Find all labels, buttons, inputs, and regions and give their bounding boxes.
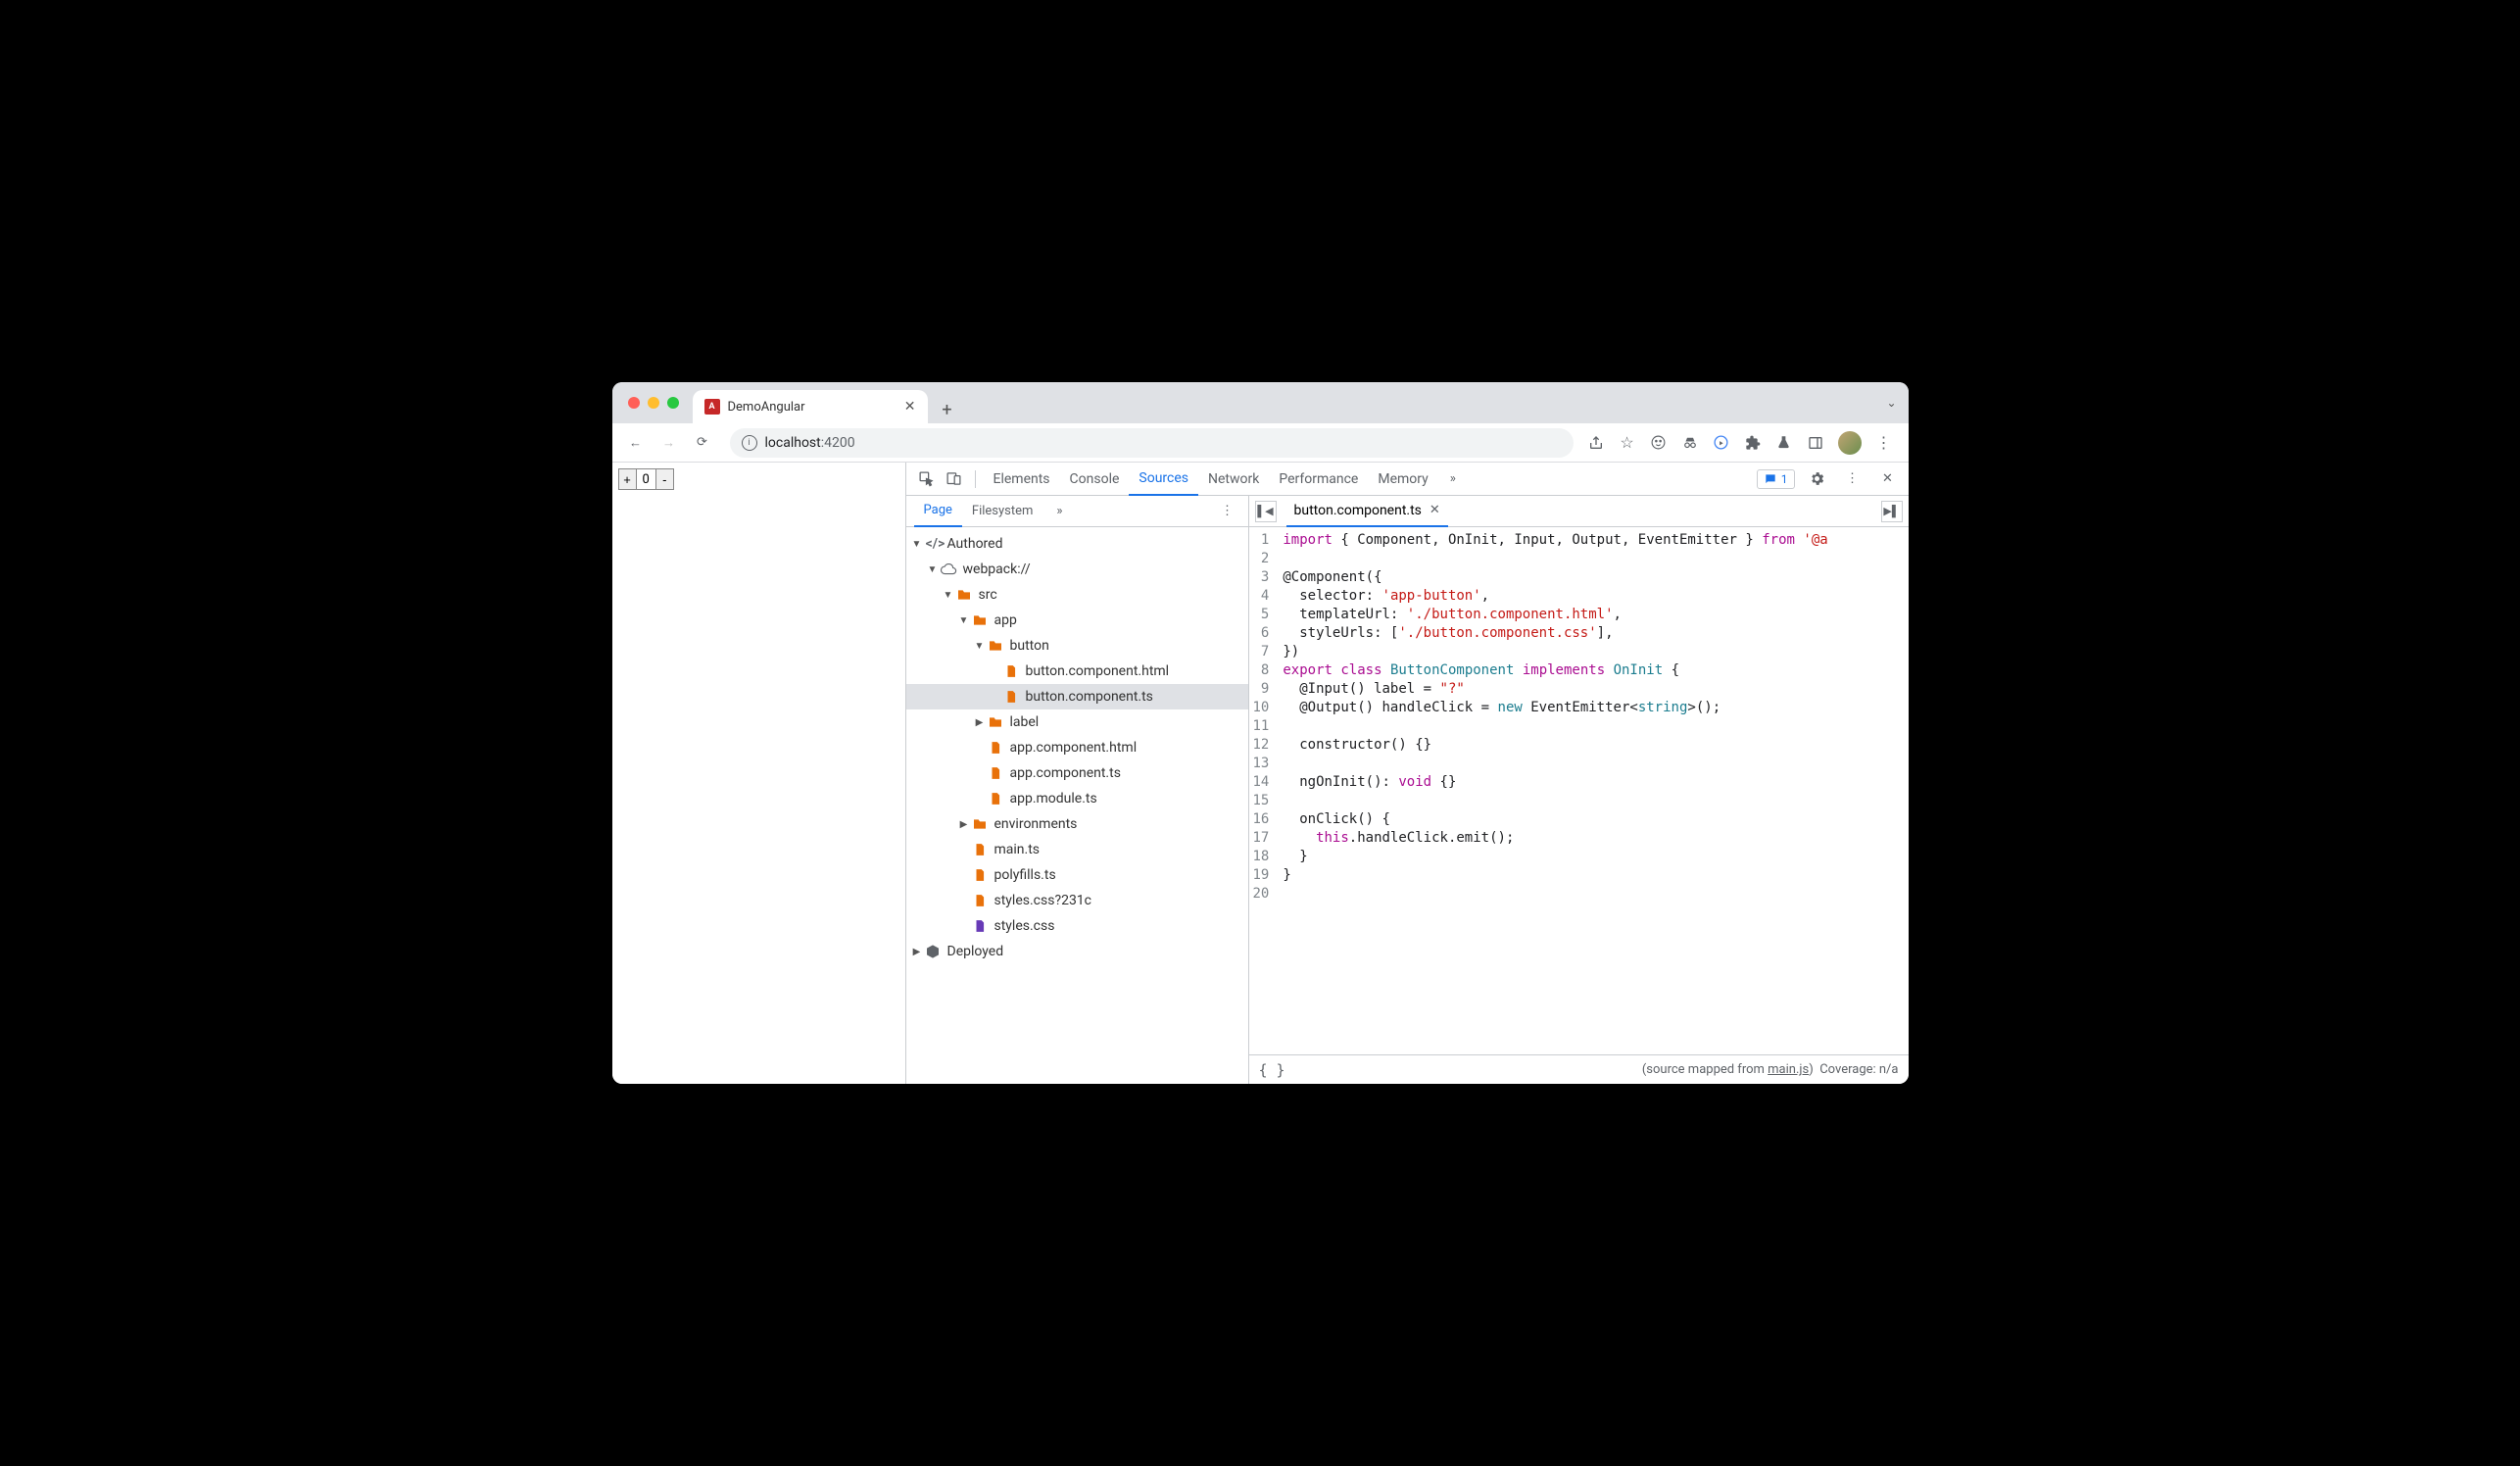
counter-value: 0 <box>637 472 655 487</box>
url-text: localhost:4200 <box>765 435 855 451</box>
sources-navigator: PageFilesystem » ⋮ ▼</>Authored ▼webpack… <box>906 496 1249 1084</box>
labs-flask-icon[interactable] <box>1775 434 1793 452</box>
tree-button-folder[interactable]: ▼button <box>906 633 1248 659</box>
code-content: import { Component, OnInit, Input, Outpu… <box>1277 527 1827 1054</box>
tree-environments-folder[interactable]: ▶environments <box>906 811 1248 837</box>
sources-subtab-filesystem[interactable]: Filesystem <box>962 496 1043 527</box>
navigator-menu-icon[interactable]: ⋮ <box>1215 499 1240 524</box>
editor-pane: ▌◀ button.component.ts ✕ ▶▌ 123456789101… <box>1249 496 1909 1084</box>
toggle-navigator-icon[interactable]: ▌◀ <box>1255 501 1277 522</box>
profile-avatar[interactable] <box>1838 431 1862 455</box>
editor-tab-close-icon[interactable]: ✕ <box>1430 503 1440 517</box>
editor-status-bar: { } (source mapped from main.js) Coverag… <box>1249 1054 1909 1084</box>
bookmark-star-icon[interactable]: ☆ <box>1619 434 1636 452</box>
tree-deployed[interactable]: ▶Deployed <box>906 939 1248 964</box>
toggle-debugger-icon[interactable]: ▶▌ <box>1881 501 1903 522</box>
tree-file-button-html[interactable]: button.component.html <box>906 659 1248 684</box>
incognito-icon[interactable] <box>1681 434 1699 452</box>
sources-subtabs: PageFilesystem » ⋮ <box>906 496 1248 527</box>
tabs-menu-button[interactable]: ⌄ <box>1886 396 1896 410</box>
devtools-tab-network[interactable]: Network <box>1198 463 1269 496</box>
tree-file-polyfills[interactable]: polyfills.ts <box>906 862 1248 888</box>
tree-file-styles[interactable]: styles.css <box>906 913 1248 939</box>
share-icon[interactable] <box>1587 434 1605 452</box>
device-toggle-icon[interactable] <box>942 466 967 492</box>
editor-tab[interactable]: button.component.ts ✕ <box>1286 496 1448 527</box>
address-bar[interactable]: i localhost:4200 <box>730 428 1574 458</box>
counter-widget: + 0 - <box>618 468 674 490</box>
tree-file-app-html[interactable]: app.component.html <box>906 735 1248 760</box>
extensions-puzzle-icon[interactable] <box>1744 434 1762 452</box>
devtools-tab-memory[interactable]: Memory <box>1368 463 1437 496</box>
sources-subtab-page[interactable]: Page <box>914 496 962 527</box>
source-map-link[interactable]: main.js <box>1768 1062 1809 1077</box>
tab-strip: A DemoAngular ✕ + ⌄ <box>612 382 1909 423</box>
tab-close-button[interactable]: ✕ <box>904 399 916 415</box>
more-tabs-icon[interactable]: » <box>1440 466 1466 492</box>
toolbar-icons: ☆ ⋮ <box>1587 431 1899 455</box>
extension-face-icon[interactable] <box>1650 434 1668 452</box>
tree-file-button-ts[interactable]: button.component.ts <box>906 684 1248 709</box>
page-viewport: + 0 - <box>612 463 906 1084</box>
devtools-panel: ElementsConsoleSourcesNetworkPerformance… <box>906 463 1909 1084</box>
file-tree: ▼</>Authored ▼webpack:// ▼src ▼app ▼butt… <box>906 527 1248 1084</box>
inspect-element-icon[interactable] <box>914 466 940 492</box>
browser-toolbar: ← → ⟳ i localhost:4200 ☆ <box>612 423 1909 463</box>
side-panel-icon[interactable] <box>1807 434 1824 452</box>
site-info-icon[interactable]: i <box>742 435 757 451</box>
tree-src[interactable]: ▼src <box>906 582 1248 608</box>
more-subtabs-icon[interactable]: » <box>1046 499 1072 524</box>
content-area: + 0 - ElementsConsoleSourcesNetworkPerfo… <box>612 463 1909 1084</box>
devtools-menu-icon[interactable]: ⋮ <box>1840 466 1866 492</box>
maximize-window-button[interactable] <box>667 397 679 409</box>
settings-gear-icon[interactable] <box>1805 466 1830 492</box>
tree-label-folder[interactable]: ▶label <box>906 709 1248 735</box>
coverage-text: Coverage: n/a <box>1819 1062 1898 1077</box>
tree-app[interactable]: ▼app <box>906 608 1248 633</box>
extension-circle-icon[interactable] <box>1713 434 1730 452</box>
pretty-print-icon[interactable]: { } <box>1259 1061 1285 1079</box>
tree-file-main-ts[interactable]: main.ts <box>906 837 1248 862</box>
devtools-tab-console[interactable]: Console <box>1060 463 1130 496</box>
devtools-tab-sources[interactable]: Sources <box>1129 463 1198 496</box>
line-gutter: 1234567891011121314151617181920 <box>1249 527 1278 1054</box>
devtools-tab-performance[interactable]: Performance <box>1269 463 1368 496</box>
angular-favicon-icon: A <box>704 399 720 415</box>
window-controls <box>622 382 687 423</box>
code-editor[interactable]: 1234567891011121314151617181920 import {… <box>1249 527 1909 1054</box>
counter-plus-button[interactable]: + <box>619 469 637 489</box>
back-button[interactable]: ← <box>622 429 650 457</box>
browser-window: A DemoAngular ✕ + ⌄ ← → ⟳ i localhost:42… <box>612 382 1909 1084</box>
devtools-tab-bar: ElementsConsoleSourcesNetworkPerformance… <box>906 463 1909 496</box>
tree-file-app-module[interactable]: app.module.ts <box>906 786 1248 811</box>
devtools-close-icon[interactable]: ✕ <box>1875 466 1901 492</box>
forward-button[interactable]: → <box>655 429 683 457</box>
devtools-tab-elements[interactable]: Elements <box>984 463 1060 496</box>
tree-webpack[interactable]: ▼webpack:// <box>906 557 1248 582</box>
new-tab-button[interactable]: + <box>934 396 961 423</box>
editor-tab-bar: ▌◀ button.component.ts ✕ ▶▌ <box>1249 496 1909 527</box>
tree-authored[interactable]: ▼</>Authored <box>906 531 1248 557</box>
tab-title: DemoAngular <box>728 400 897 415</box>
tree-file-app-ts[interactable]: app.component.ts <box>906 760 1248 786</box>
counter-minus-button[interactable]: - <box>655 469 673 489</box>
tree-file-styles-q[interactable]: styles.css?231c <box>906 888 1248 913</box>
issues-button[interactable]: 1 <box>1757 469 1795 489</box>
reload-button[interactable]: ⟳ <box>689 429 716 457</box>
browser-menu-icon[interactable]: ⋮ <box>1875 434 1893 452</box>
browser-tab[interactable]: A DemoAngular ✕ <box>693 390 928 423</box>
minimize-window-button[interactable] <box>648 397 659 409</box>
close-window-button[interactable] <box>628 397 640 409</box>
